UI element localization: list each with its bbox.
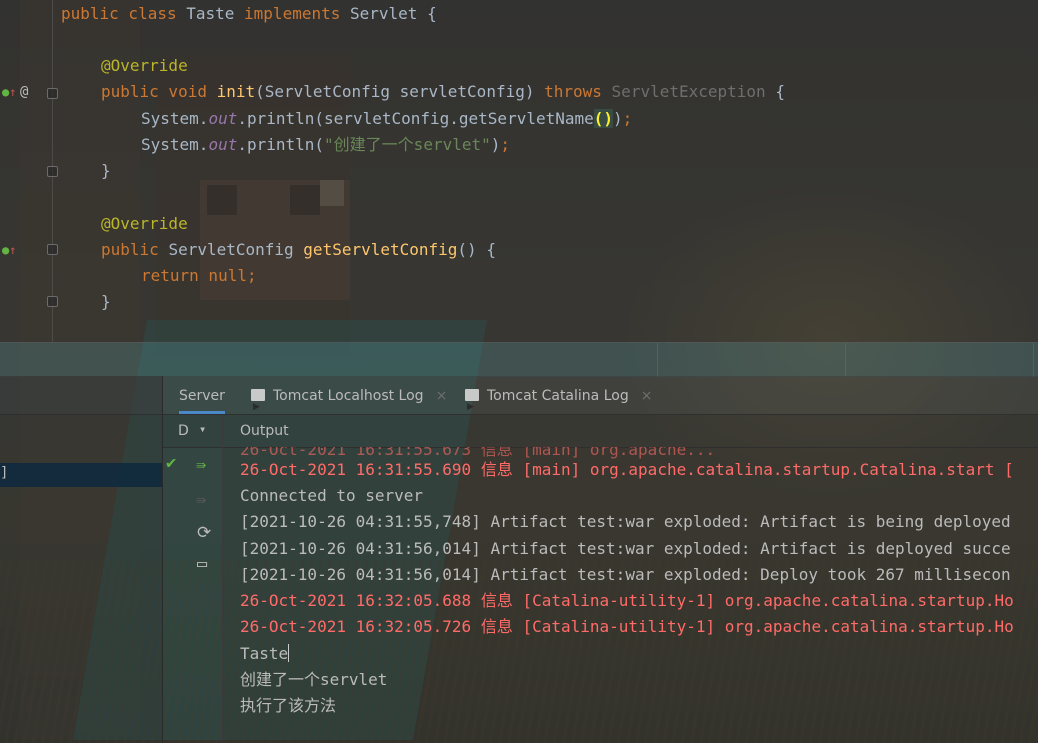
code-line: @Override bbox=[101, 53, 188, 79]
console-line: [2021-10-26 04:31:55,748] Artifact test:… bbox=[240, 512, 1011, 531]
console-log-icon bbox=[465, 387, 479, 427]
code-token: @Override bbox=[101, 56, 188, 75]
console-line: 执行了该方法 bbox=[240, 696, 337, 715]
console-line: 创建了一个servlet bbox=[240, 670, 388, 689]
console-line: 26-Oct-2021 16:32:05.726 信息 [Catalina-ut… bbox=[240, 617, 1014, 636]
console-line: Connected to server bbox=[240, 486, 424, 505]
console-line: 26-Oct-2021 16:31:55.690 信息 [main] org.a… bbox=[240, 460, 1014, 479]
deploy-icon[interactable]: ⇛ bbox=[196, 456, 206, 474]
console-log-icon bbox=[251, 387, 265, 427]
services-tree-header bbox=[0, 376, 162, 415]
run-tabs-bar: Server Tomcat Localhost Log × Tomcat Cata… bbox=[163, 376, 1038, 427]
code-token: Taste bbox=[186, 4, 245, 23]
code-token: (ServletConfig servletConfig) bbox=[255, 82, 545, 101]
console-line: [2021-10-26 04:31:56,014] Artifact test:… bbox=[240, 565, 1011, 584]
split-divider bbox=[845, 343, 846, 377]
deployment-column-label[interactable]: D bbox=[178, 423, 189, 439]
code-token: () bbox=[593, 109, 614, 128]
tab-server[interactable]: Server bbox=[179, 376, 225, 414]
close-icon[interactable]: × bbox=[641, 388, 653, 404]
tab-label: Tomcat Localhost Log bbox=[273, 388, 424, 404]
code-token: ServletException bbox=[611, 82, 776, 101]
output-toolstrip: ✔ ⇛ ⇛ ⟳ ▭ bbox=[163, 447, 223, 743]
tab-label: Server bbox=[179, 388, 225, 404]
code-token: System. bbox=[141, 135, 209, 154]
code-line: public ServletConfig getServletConfig() … bbox=[101, 237, 496, 263]
services-tree-panel[interactable]: ] bbox=[0, 376, 163, 743]
text-caret bbox=[288, 644, 290, 662]
code-token: { bbox=[775, 82, 785, 101]
close-icon[interactable]: × bbox=[436, 388, 448, 404]
fold-marker-icon[interactable] bbox=[47, 88, 58, 99]
code-editor[interactable]: ●↑ @ ●↑ public class Taste implements Se… bbox=[0, 0, 1038, 342]
code-token: public bbox=[101, 240, 169, 259]
code-line: } bbox=[101, 289, 111, 315]
code-line: return null; bbox=[141, 263, 257, 289]
code-line: System.out.println("创建了一个servlet"); bbox=[141, 132, 510, 158]
code-token: public void bbox=[101, 82, 217, 101]
code-token: "创建了一个servlet" bbox=[324, 135, 491, 154]
code-token: ) bbox=[613, 109, 623, 128]
code-token: throws bbox=[544, 82, 612, 101]
output-title: Output bbox=[240, 423, 289, 439]
open-browser-icon[interactable]: ▭ bbox=[197, 555, 207, 573]
code-token: getServletConfig bbox=[303, 240, 458, 259]
fold-marker-icon[interactable] bbox=[47, 166, 58, 177]
implements-icon[interactable]: ●↑ bbox=[2, 244, 16, 256]
code-token: } bbox=[101, 292, 111, 311]
chevron-down-icon[interactable]: ▾ bbox=[199, 422, 206, 436]
code-token: ; bbox=[500, 135, 511, 154]
code-token: .println(servletConfig.getServletName bbox=[237, 109, 594, 128]
tab-tomcat-catalina-log[interactable]: Tomcat Catalina Log × bbox=[465, 376, 653, 427]
code-token: ) bbox=[490, 135, 501, 154]
refresh-icon[interactable]: ⟳ bbox=[197, 524, 211, 542]
console-line: 26-Oct-2021 16:32:05.688 信息 [Catalina-ut… bbox=[240, 591, 1014, 610]
fold-marker-icon[interactable] bbox=[47, 296, 58, 307]
implements-icon[interactable]: ●↑ bbox=[2, 86, 16, 98]
code-token: public class bbox=[61, 4, 187, 23]
code-token: implements bbox=[244, 4, 350, 23]
services-tree-selected-row[interactable]: ] bbox=[0, 463, 162, 487]
code-token: } bbox=[101, 161, 111, 180]
selected-row-fragment: ] bbox=[0, 465, 9, 481]
console-output[interactable]: 26-Oct-2021 16:31:55.673 信息 [main] org.a… bbox=[223, 447, 1038, 743]
code-line: public void init(ServletConfig servletCo… bbox=[101, 79, 785, 105]
undeploy-icon[interactable]: ⇛ bbox=[196, 491, 206, 509]
console-line: Taste bbox=[240, 644, 290, 663]
console-line: [2021-10-26 04:31:56,014] Artifact test:… bbox=[240, 539, 1011, 558]
editor-split-bar[interactable] bbox=[0, 342, 1038, 377]
code-token: () { bbox=[457, 240, 496, 259]
code-line: System.out.println(servletConfig.getServ… bbox=[141, 106, 632, 132]
code-token: out bbox=[208, 109, 238, 128]
code-token: @Override bbox=[101, 214, 188, 233]
code-line: @Override bbox=[101, 211, 188, 237]
code-token: return null; bbox=[141, 266, 257, 285]
code-line: } bbox=[101, 158, 111, 184]
code-token: out bbox=[208, 135, 238, 154]
column-divider bbox=[222, 415, 223, 447]
split-divider bbox=[657, 343, 658, 377]
code-token: init bbox=[216, 82, 256, 101]
code-token: .println( bbox=[237, 135, 325, 154]
override-marker-icon[interactable]: @ bbox=[20, 85, 28, 99]
code-token: ServletConfig bbox=[168, 240, 304, 259]
split-divider bbox=[1033, 343, 1034, 377]
code-line: public class Taste implements Servlet { bbox=[61, 1, 437, 27]
output-header: D ▾ Output bbox=[163, 415, 1038, 448]
fold-marker-icon[interactable] bbox=[47, 244, 58, 255]
tab-label: Tomcat Catalina Log bbox=[487, 388, 629, 404]
code-token: Servlet { bbox=[350, 4, 437, 23]
tab-tomcat-localhost-log[interactable]: Tomcat Localhost Log × bbox=[251, 376, 448, 427]
code-token: System. bbox=[141, 109, 209, 128]
code-token: ; bbox=[622, 109, 633, 128]
checkmark-icon: ✔ bbox=[166, 453, 177, 473]
